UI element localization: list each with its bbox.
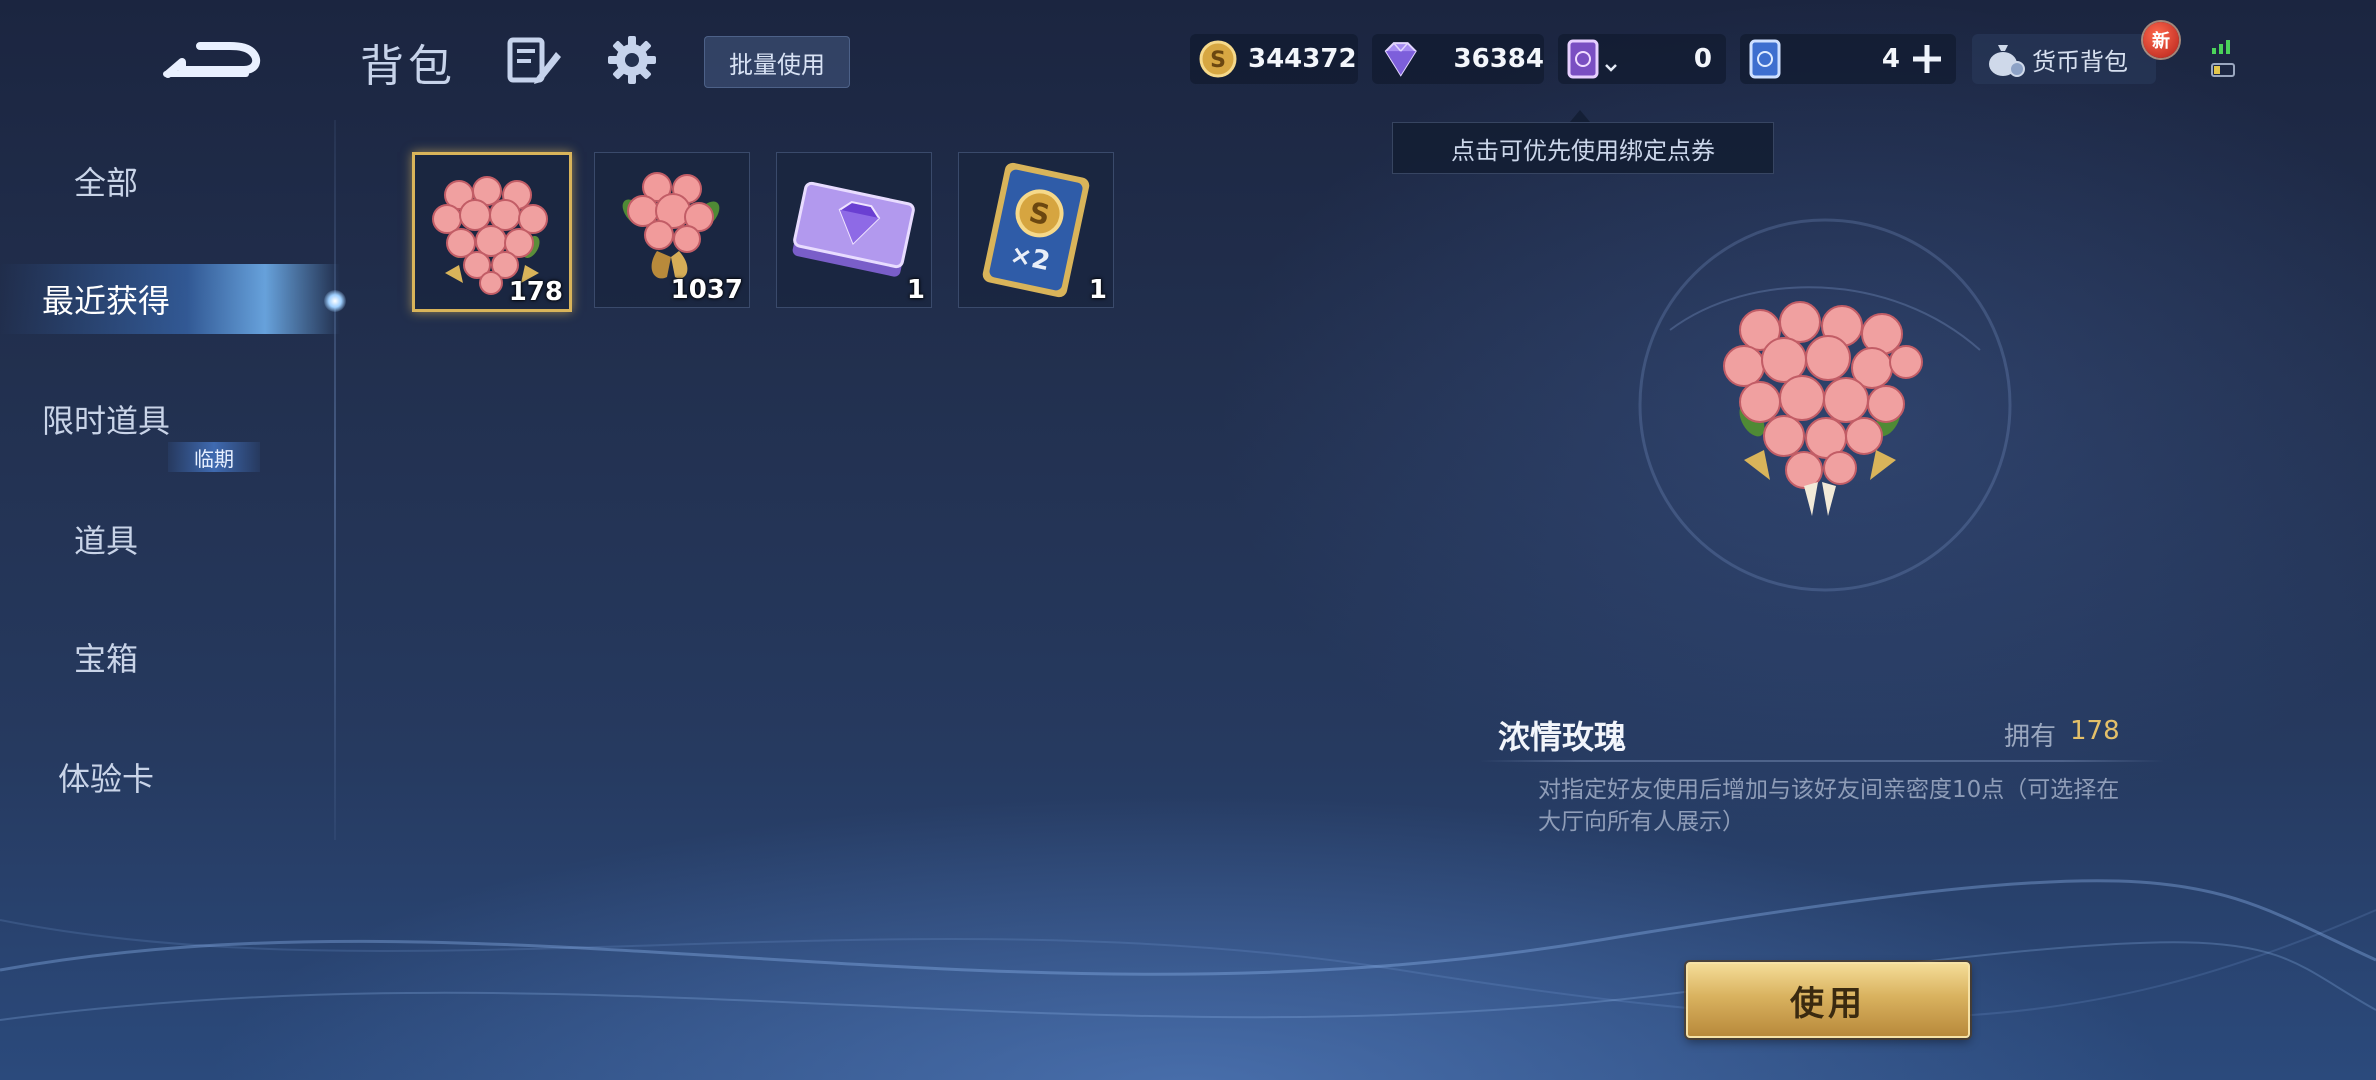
blue-card-currency: 4: [1740, 34, 1956, 84]
sidebar-item-label: 体验卡: [57, 760, 154, 798]
item-count: 1037: [670, 275, 743, 305]
use-button[interactable]: 使用: [1686, 962, 1970, 1038]
blue-card-icon: [1749, 39, 1781, 79]
gear-icon[interactable]: [606, 34, 658, 86]
sidebar-item-label: 全部: [73, 164, 138, 202]
item-slot-diamond-ticket[interactable]: 1: [776, 152, 932, 308]
item-count: 178: [508, 277, 563, 307]
detail-divider: [1480, 760, 2164, 762]
item-count: 1: [906, 275, 925, 305]
item-slot-gold-double-card[interactable]: S ×2 1: [958, 152, 1114, 308]
signal-icon: [2211, 40, 2235, 77]
plus-icon[interactable]: [1910, 42, 1944, 76]
bound-coupon-tooltip: 点击可优先使用绑定点券: [1392, 122, 1774, 174]
back-arrow-icon[interactable]: [160, 26, 270, 90]
purple-card-currency[interactable]: 0: [1558, 34, 1726, 84]
edit-icon[interactable]: [506, 34, 562, 86]
svg-text:S: S: [1210, 48, 1226, 73]
purple-card-icon: [1567, 39, 1599, 79]
new-badge: 新: [2143, 22, 2179, 58]
owned-count: 178: [2070, 716, 2120, 746]
sidebar: 全部 最近获得 限时道具 道具 宝箱 体验卡: [0, 120, 340, 840]
sidebar-item-label: 道具: [73, 522, 138, 560]
item-name: 浓情玫瑰: [1498, 718, 1627, 756]
sidebar-item-chests[interactable]: 宝箱: [0, 622, 430, 692]
chevron-down-icon[interactable]: [1604, 63, 1618, 73]
gem-amount: 36384: [1453, 44, 1544, 74]
currency-wallet-button[interactable]: 货币背包: [1972, 34, 2156, 84]
expiring-tag: 临期: [168, 442, 260, 472]
item-slot-rose-heart[interactable]: 178: [412, 152, 572, 312]
background-waves: [0, 879, 2376, 1021]
sidebar-item-recent[interactable]: 最近获得: [0, 264, 340, 334]
sidebar-item-props[interactable]: 道具: [0, 504, 430, 574]
gem-currency: 36384: [1372, 34, 1544, 84]
sidebar-item-trial-cards[interactable]: 体验卡: [0, 742, 430, 812]
diamond-icon: [1384, 42, 1417, 77]
sidebar-item-label: 最近获得: [41, 282, 170, 320]
selected-item-preview: [1723, 301, 1923, 516]
sidebar-item-all[interactable]: 全部: [0, 146, 430, 216]
item-slot-rose[interactable]: 1037: [594, 152, 750, 308]
sidebar-item-label: 宝箱: [73, 640, 138, 678]
gold-coin-icon: S: [1199, 40, 1237, 78]
item-description: 对指定好友使用后增加与该好友间亲密度10点（可选择在大厅向所有人展示）: [1538, 777, 2120, 835]
money-bag-icon: [1989, 45, 2025, 77]
page-title: 背包: [360, 41, 456, 92]
active-tab-indicator: [324, 290, 346, 312]
owned-label: 拥有: [2004, 722, 2057, 752]
card2-amount: 4: [1881, 44, 1900, 74]
sidebar-item-label: 限时道具: [41, 402, 170, 440]
wallet-label: 货币背包: [2032, 47, 2128, 76]
card1-amount: 0: [1693, 44, 1712, 74]
gold-amount: 344372: [1248, 44, 1357, 74]
item-count: 1: [1088, 275, 1107, 305]
batch-use-button[interactable]: 批量使用: [704, 36, 850, 88]
gold-currency: S 344372: [1190, 34, 1358, 84]
tooltip-arrow: [1570, 110, 1590, 122]
